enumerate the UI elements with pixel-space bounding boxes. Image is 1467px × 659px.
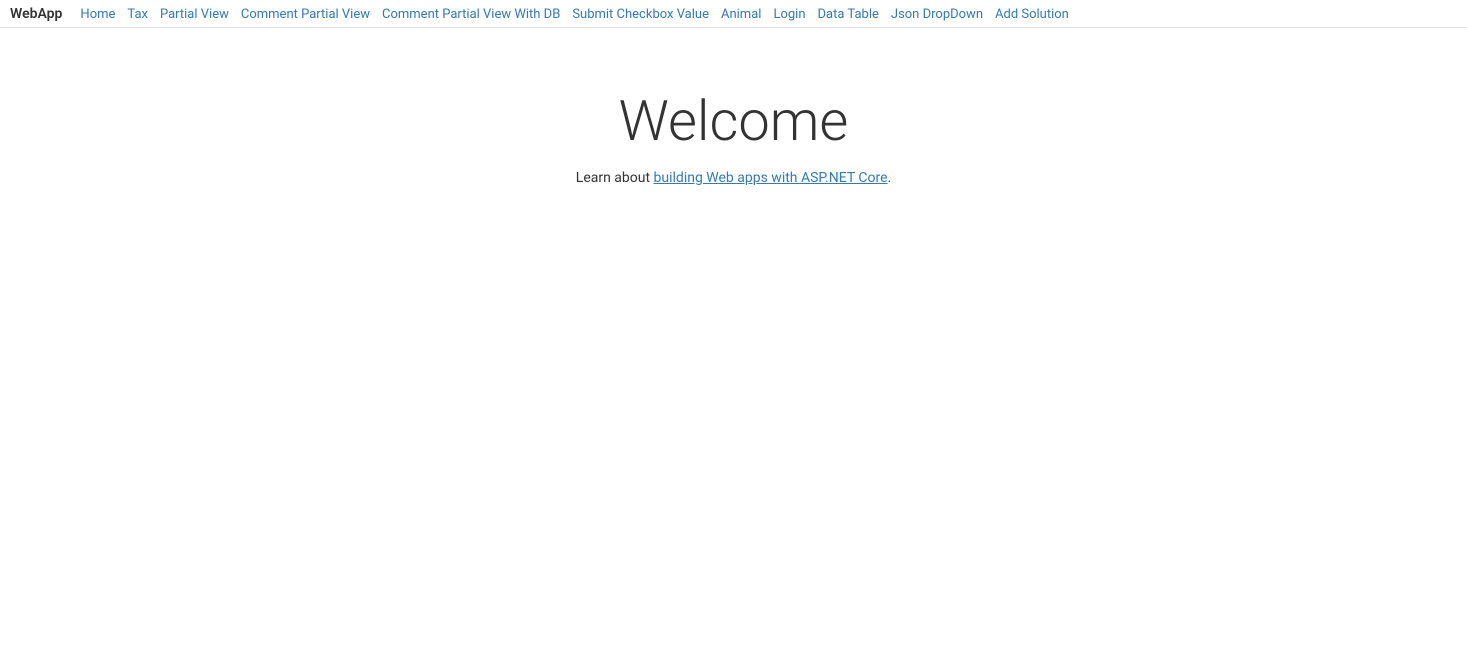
nav-link-home[interactable]: Home — [80, 7, 115, 22]
nav-link-data-table[interactable]: Data Table — [818, 7, 879, 22]
aspnetcore-link[interactable]: building Web apps with ASP.NET Core — [654, 170, 888, 186]
nav-link-add-solution[interactable]: Add Solution — [995, 7, 1069, 22]
nav-link-animal[interactable]: Animal — [721, 7, 761, 22]
subtext-before: Learn about — [576, 170, 654, 186]
nav-link-comment-partial-view[interactable]: Comment Partial View — [241, 7, 370, 22]
welcome-heading: Welcome — [619, 88, 849, 154]
nav-links: Home Tax Partial View Comment Partial View C… — [74, 6, 1074, 22]
nav-link-submit-checkbox-value[interactable]: Submit Checkbox Value — [572, 7, 709, 22]
navbar: WebApp Home Tax Partial View Comment Partia… — [0, 0, 1467, 28]
nav-link-json-dropdown[interactable]: Json DropDown — [891, 7, 983, 22]
nav-brand[interactable]: WebApp — [10, 6, 62, 22]
welcome-subtext: Learn about building Web apps with ASP.N… — [576, 170, 891, 186]
nav-link-tax[interactable]: Tax — [127, 7, 148, 22]
subtext-after: . — [888, 170, 892, 186]
nav-link-comment-partial-view-db[interactable]: Comment Partial View With DB — [382, 7, 560, 22]
nav-link-partial-view[interactable]: Partial View — [160, 7, 229, 22]
nav-link-login[interactable]: Login — [773, 7, 805, 22]
main-content: Welcome Learn about building Web apps wi… — [0, 28, 1467, 186]
